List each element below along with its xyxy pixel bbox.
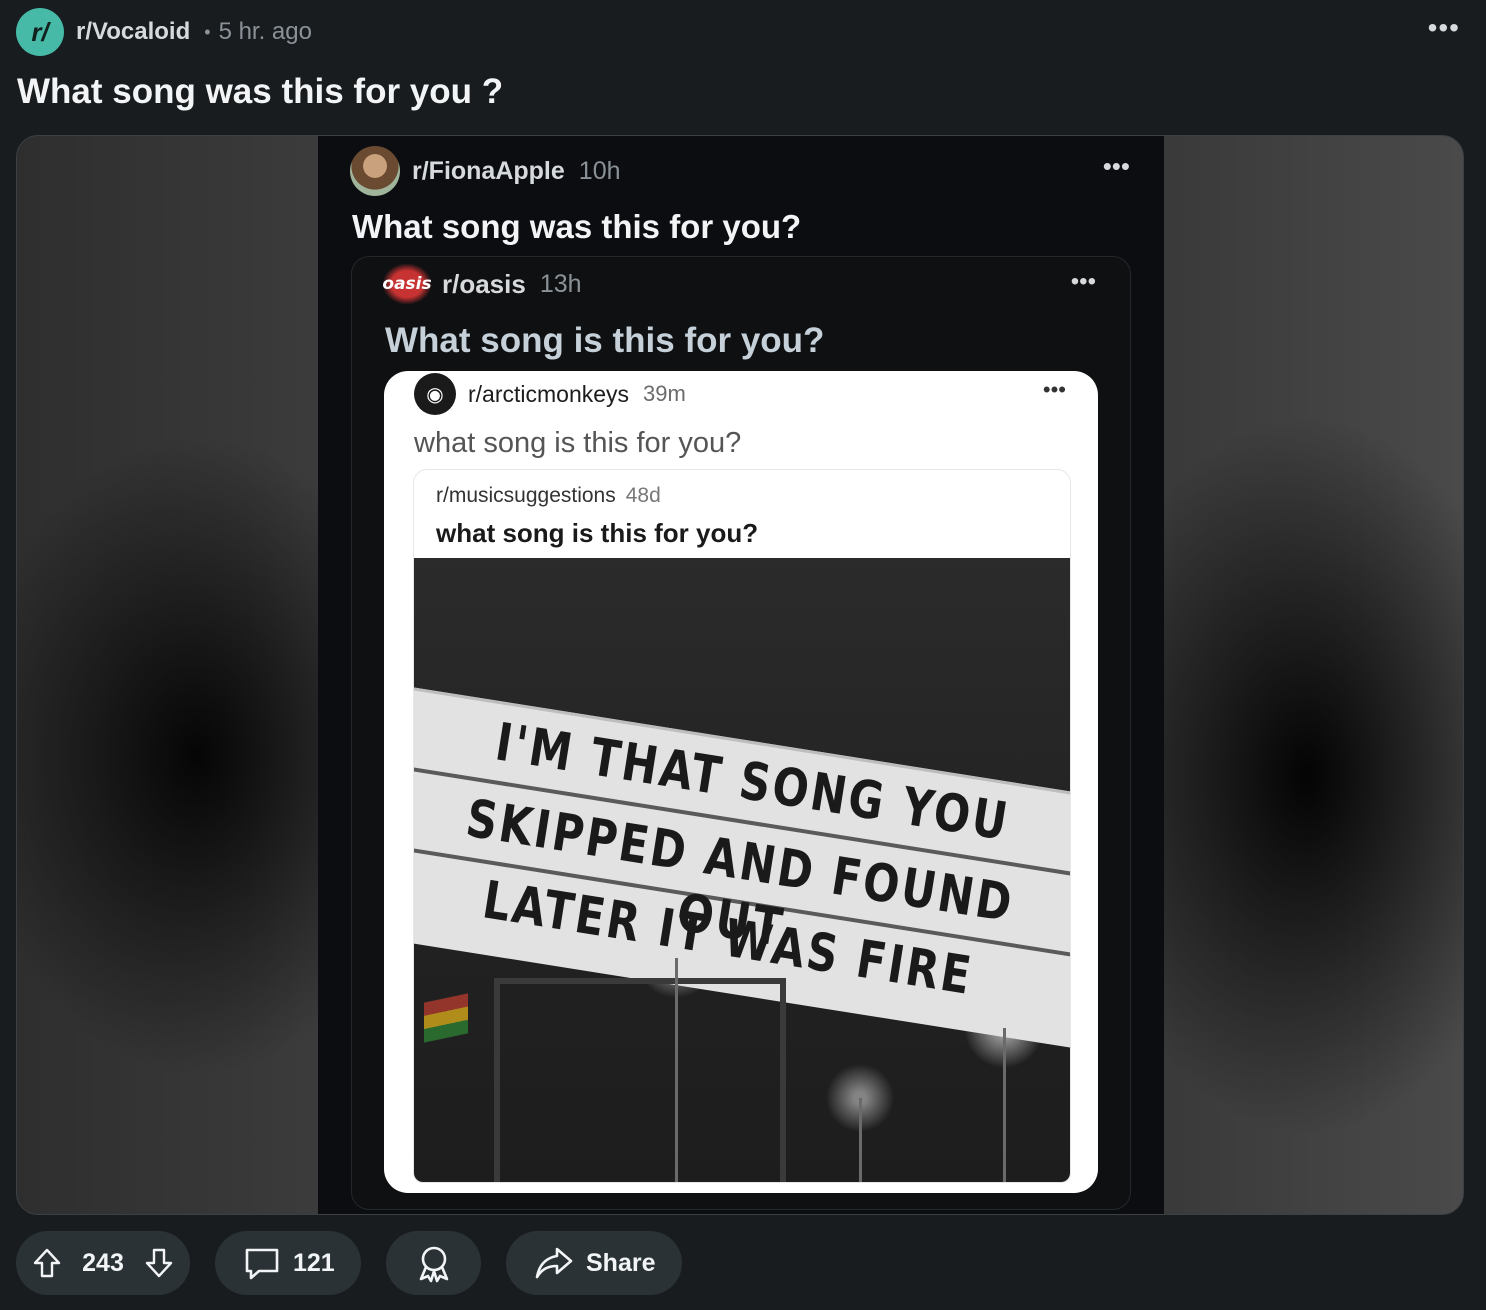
- subreddit-avatar-text: r/: [31, 16, 49, 47]
- fiona-time: 10h: [578, 156, 621, 185]
- vote-count: 243: [82, 1248, 124, 1277]
- oasis-header: oasis r/oasis 13h: [382, 263, 582, 305]
- share-button[interactable]: Share: [506, 1231, 682, 1295]
- upvote-icon[interactable]: [32, 1247, 62, 1279]
- arcticmonkeys-subreddit: r/arcticmonkeys: [468, 380, 630, 407]
- fiona-subreddit: r/FionaApple: [412, 156, 565, 185]
- lamp-post: [675, 958, 678, 1182]
- comment-icon: [243, 1244, 281, 1282]
- share-icon: [534, 1245, 574, 1281]
- comment-count: 121: [293, 1248, 335, 1277]
- fiona-header: r/FionaApple 10h: [350, 146, 621, 196]
- musicsuggestions-time: 48d: [625, 484, 661, 507]
- screenshot-fiona: r/FionaApple 10h ••• What song was this …: [318, 136, 1164, 1214]
- separator-dot: •: [204, 21, 211, 42]
- post-action-bar: 243 121 Share: [16, 1231, 682, 1295]
- musicsuggestions-card: r/musicsuggestions 48d what song is this …: [413, 469, 1071, 1183]
- musicsuggestions-header: r/musicsuggestions 48d: [436, 484, 661, 508]
- truck-frame: [494, 978, 786, 1182]
- post-timestamp: 5 hr. ago: [218, 18, 312, 45]
- lamp-post: [859, 1098, 862, 1182]
- overflow-menu-icon[interactable]: •••: [1428, 14, 1460, 42]
- comments-button[interactable]: 121: [215, 1231, 361, 1295]
- subreddit-avatar[interactable]: r/: [16, 8, 64, 56]
- award-icon: [414, 1243, 454, 1283]
- arcticmonkeys-time: 39m: [643, 381, 686, 406]
- post-title[interactable]: What song was this for you ?: [17, 72, 503, 112]
- musicsuggestions-title: what song is this for you?: [436, 518, 759, 548]
- post-header: r/ r/Vocaloid • 5 hr. ago: [16, 8, 312, 56]
- arcticmonkeys-title: what song is this for you?: [414, 427, 742, 459]
- oasis-card: oasis r/oasis 13h ••• What song is this …: [351, 256, 1131, 1210]
- oasis-logo-text: oasis: [382, 274, 432, 294]
- arcticmonkeys-header: ◉ r/arcticmonkeys 39m: [414, 373, 686, 415]
- arcticmonkeys-card: ◉ r/arcticmonkeys 39m ••• what song is t…: [384, 371, 1098, 1193]
- share-label: Share: [586, 1248, 656, 1277]
- musicsuggestions-subreddit: r/musicsuggestions: [436, 484, 616, 507]
- arcticmonkeys-logo-icon: ◉: [414, 373, 456, 415]
- fiona-title: What song was this for you?: [352, 208, 802, 245]
- oasis-logo: oasis: [382, 263, 432, 305]
- marquee-sign-photo: I'M THAT SONG YOU SKIPPED AND FOUND OUT …: [414, 558, 1070, 1182]
- oasis-subreddit: r/oasis: [442, 268, 526, 299]
- oasis-time: 13h: [539, 269, 582, 298]
- fiona-more-icon: •••: [1102, 151, 1130, 181]
- post-media[interactable]: r/FionaApple 10h ••• What song was this …: [16, 135, 1464, 1215]
- arcticmonkeys-more-icon: •••: [1042, 377, 1066, 402]
- subreddit-link[interactable]: r/Vocaloid: [76, 18, 190, 46]
- downvote-icon[interactable]: [144, 1247, 174, 1279]
- oasis-more-icon: •••: [1070, 268, 1096, 295]
- oasis-title: What song is this for you?: [385, 321, 825, 360]
- fiona-avatar: [350, 146, 400, 196]
- flag-shape: [424, 993, 468, 1043]
- vote-control: 243: [16, 1231, 190, 1295]
- award-button[interactable]: [386, 1231, 481, 1295]
- lamp-post: [1003, 1028, 1006, 1182]
